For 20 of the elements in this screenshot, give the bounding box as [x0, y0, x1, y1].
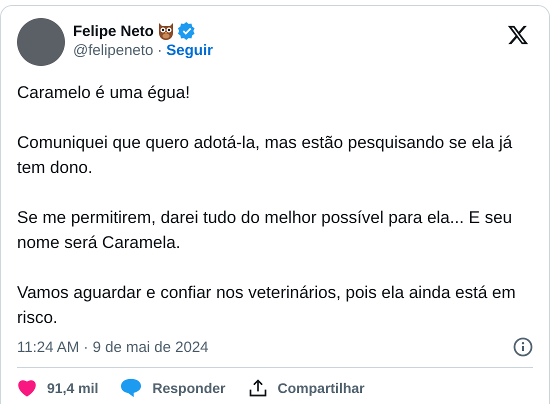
share-icon [248, 378, 268, 398]
owl-icon [158, 22, 174, 40]
timestamp-link[interactable]: 11:24 AM · 9 de mai de 2024 [17, 338, 209, 356]
share-button[interactable]: Compartilhar [248, 378, 365, 398]
author-name[interactable]: Felipe Neto [73, 22, 154, 40]
heart-icon [17, 379, 37, 397]
reply-button[interactable]: Responder [120, 378, 226, 398]
separator-dot: · [157, 42, 162, 59]
tweet-text: Caramelo é uma égua! [17, 82, 191, 104]
info-icon[interactable] [513, 337, 533, 357]
x-logo-icon[interactable] [507, 24, 529, 46]
avatar-placeholder[interactable] [17, 18, 65, 66]
like-button[interactable]: 91,4 mil [17, 379, 98, 397]
follow-link[interactable]: Seguir [166, 42, 213, 59]
tweet-text: Comuniquei que quero adotá-la, mas estão pesquisando se ela já tem dono. [17, 132, 514, 179]
tweet-text: Se me permitirem, darei tudo do melhor possível para ela... E seu nome será Caramela. [17, 207, 514, 254]
speech-bubble-icon [120, 378, 142, 398]
tweet-text: Vamos aguardar e confiar nos veterinários, pois ela ainda está em risco. [17, 282, 517, 329]
verified-badge-icon [178, 22, 196, 40]
author-handle[interactable]: @felipeneto [73, 42, 154, 59]
